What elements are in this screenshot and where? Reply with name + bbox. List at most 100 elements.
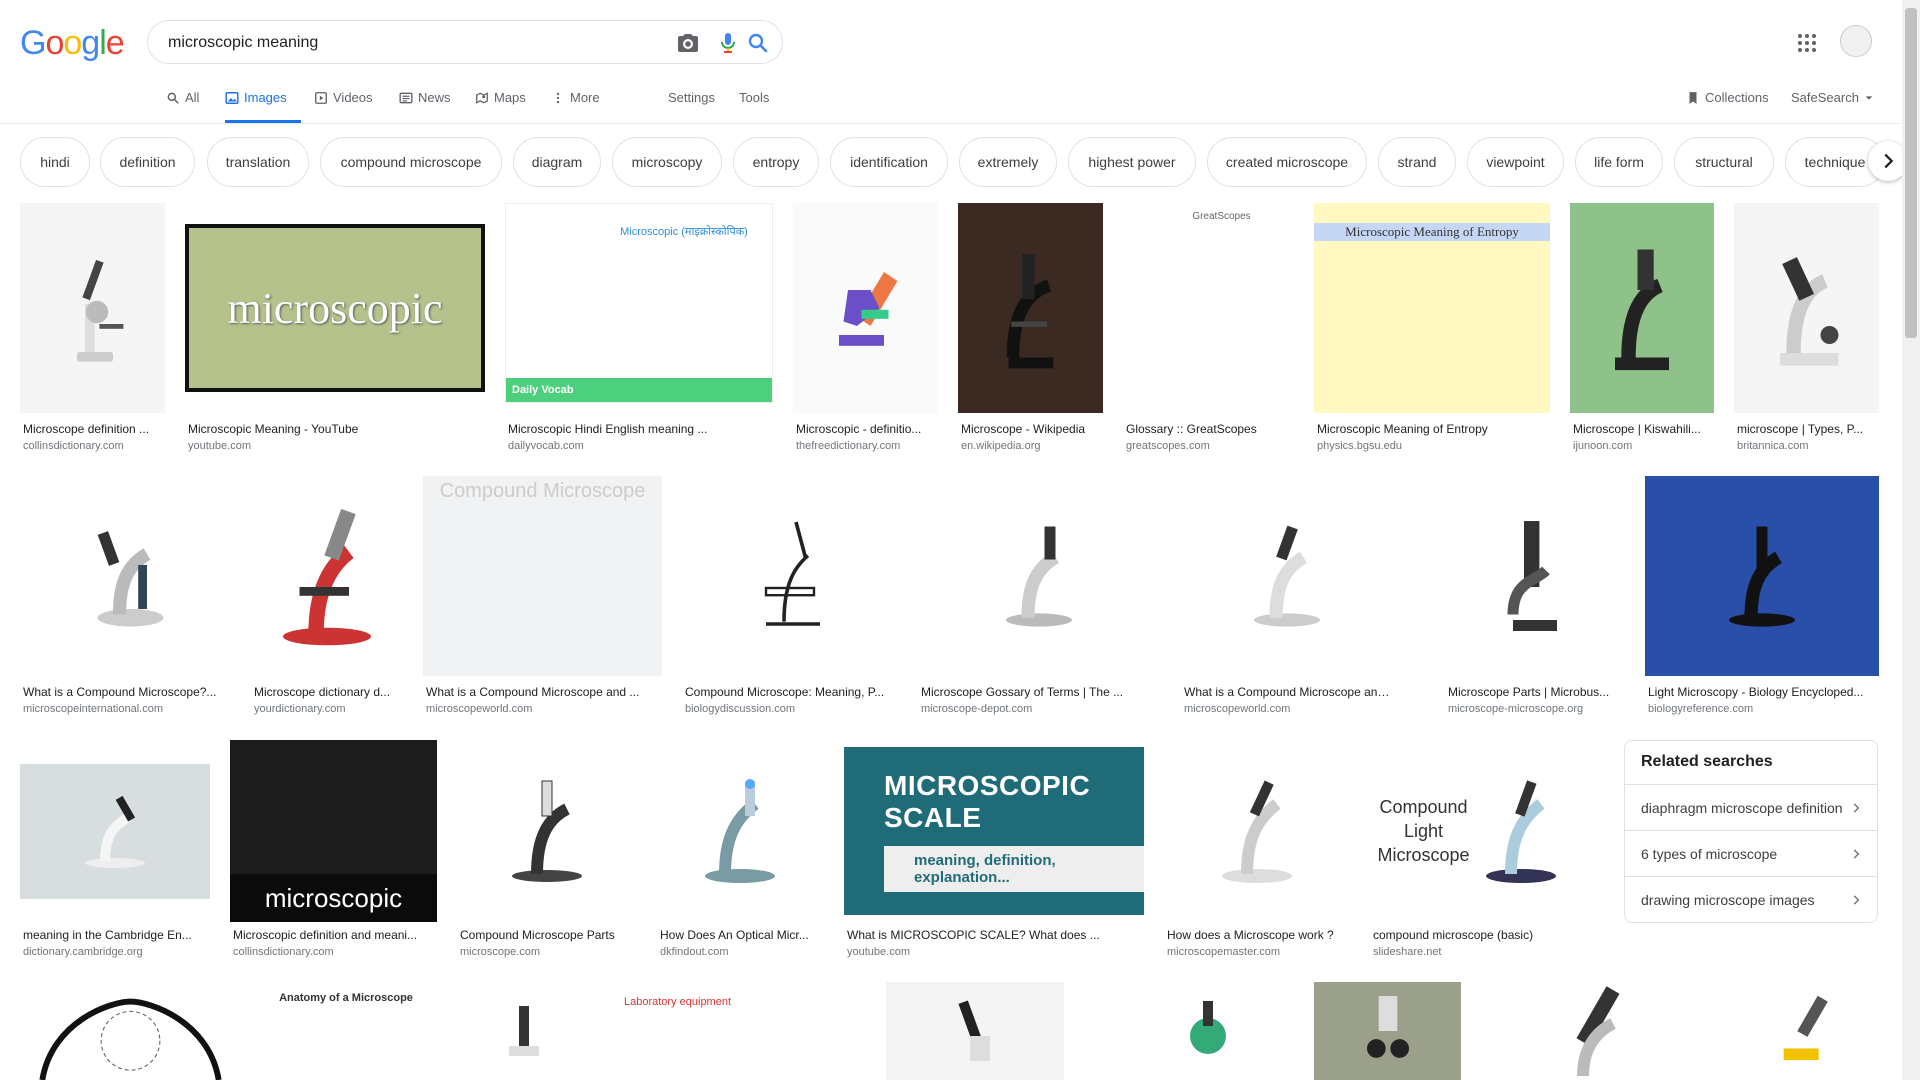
result-thumbnail[interactable]: microscopic [230, 740, 437, 922]
result-thumbnail[interactable] [20, 476, 230, 676]
apps-grid-icon[interactable] [1795, 31, 1819, 55]
result-thumbnail[interactable]: Compound Microscope [423, 476, 662, 676]
image-result[interactable] [886, 982, 1064, 1080]
tab-more[interactable]: More [551, 86, 600, 123]
settings-link[interactable]: Settings [668, 90, 715, 105]
image-result[interactable]: Anatomy of a Microscope [261, 982, 431, 1080]
image-result[interactable] [451, 982, 596, 1080]
chip[interactable]: diagram [513, 137, 601, 187]
microphone-icon[interactable] [716, 31, 740, 55]
search-icon[interactable] [746, 31, 770, 55]
image-result[interactable]: How does a Microscope work ? microscopem… [1164, 740, 1350, 980]
image-result[interactable]: Microscope definition ... collinsdiction… [20, 203, 165, 458]
result-thumbnail[interactable]: Microscopic Meaning of Entropy [1314, 203, 1550, 413]
result-thumbnail[interactable] [793, 203, 938, 413]
image-result[interactable]: Compound Light Microscope compound micro… [1370, 740, 1603, 980]
chip[interactable]: identification [830, 137, 948, 187]
result-thumbnail[interactable]: GreatScopes [1123, 203, 1260, 413]
image-result[interactable]: Compound Microscope Parts microscope.com [457, 740, 636, 980]
image-result[interactable]: MICROSCOPIC SCALE meaning, definition, e… [844, 740, 1144, 980]
image-result[interactable]: How Does An Optical Micr... dkfindout.co… [657, 740, 823, 980]
chip[interactable]: translation [207, 137, 309, 187]
chip[interactable]: extremely [959, 137, 1057, 187]
image-result[interactable]: Laboratory equipment [616, 982, 866, 1080]
result-thumbnail[interactable]: Laboratory equipment [616, 982, 866, 1080]
result-thumbnail[interactable]: Anatomy of a Microscope [261, 982, 431, 1080]
result-thumbnail[interactable] [1123, 982, 1293, 1080]
image-result[interactable]: Microscopic - definitio... thefreedictio… [793, 203, 938, 458]
result-thumbnail[interactable] [457, 740, 636, 922]
chip[interactable]: highest power [1068, 137, 1196, 187]
image-result[interactable]: What is a Compound Microscope and W... m… [1181, 476, 1393, 726]
result-thumbnail[interactable] [1445, 476, 1624, 676]
chip[interactable]: entropy [733, 137, 819, 187]
result-thumbnail[interactable] [1481, 982, 1714, 1080]
search-input[interactable] [166, 31, 630, 55]
safesearch-dropdown[interactable]: SafeSearch [1791, 86, 1874, 123]
result-thumbnail[interactable] [20, 982, 241, 1080]
image-result[interactable]: Microscope | Kiswahili... ijunoon.com [1570, 203, 1714, 458]
tab-maps[interactable]: Maps [475, 86, 526, 123]
tab-all[interactable]: All [166, 86, 199, 123]
image-result[interactable]: What is a Compound Microscope?... micros… [20, 476, 230, 726]
result-thumbnail[interactable] [20, 740, 210, 922]
chip[interactable]: definition [100, 137, 195, 187]
image-result[interactable]: Microscope Gossary of Terms | The ... mi… [918, 476, 1160, 726]
camera-icon[interactable] [676, 31, 700, 55]
image-result[interactable] [1123, 982, 1293, 1080]
result-thumbnail[interactable] [251, 476, 402, 676]
chip[interactable]: compound microscope [320, 137, 502, 187]
result-thumbnail[interactable] [1314, 982, 1461, 1080]
result-thumbnail[interactable] [1734, 982, 1879, 1080]
image-result[interactable]: microscopic Microscopic Meaning - YouTub… [185, 203, 485, 458]
chip[interactable]: microscopy [612, 137, 722, 187]
page-scrollbar[interactable] [1902, 0, 1920, 1080]
scrollbar-thumb[interactable] [1905, 8, 1917, 338]
related-search-item[interactable]: drawing microscope images [1625, 876, 1877, 922]
image-result[interactable]: microscope | Types, P... britannica.com [1734, 203, 1879, 458]
result-thumbnail[interactable] [657, 740, 823, 922]
tab-videos[interactable]: Videos [314, 86, 373, 123]
google-logo[interactable]: Google [20, 24, 125, 62]
image-result[interactable]: Microscope Parts | Microbus... microscop… [1445, 476, 1624, 726]
chip[interactable]: viewpoint [1467, 137, 1564, 187]
result-thumbnail[interactable] [1645, 476, 1879, 676]
result-thumbnail[interactable] [1734, 203, 1879, 413]
result-thumbnail[interactable] [886, 982, 1064, 1080]
result-thumbnail[interactable]: microscopic [185, 203, 485, 413]
image-result[interactable] [1734, 982, 1879, 1080]
result-thumbnail[interactable] [20, 203, 165, 413]
result-thumbnail[interactable]: Compound Light Microscope [1370, 740, 1603, 922]
chip[interactable]: created microscope [1207, 137, 1367, 187]
image-result[interactable]: Microscope dictionary d... yourdictionar… [251, 476, 402, 726]
related-search-item[interactable]: 6 types of microscope [1625, 830, 1877, 876]
tab-images[interactable]: Images [225, 86, 301, 123]
image-result[interactable]: Light Microscopy - Biology Encycloped...… [1645, 476, 1879, 726]
image-result[interactable]: Compound Microscope What is a Compound M… [423, 476, 662, 726]
image-result[interactable]: microscopic Microscopic definition and m… [230, 740, 437, 980]
chip[interactable]: structural [1674, 137, 1774, 187]
chip[interactable]: life form [1575, 137, 1663, 187]
image-result[interactable] [1481, 982, 1714, 1080]
result-thumbnail[interactable] [1570, 203, 1714, 413]
result-thumbnail[interactable] [1164, 740, 1350, 922]
result-thumbnail[interactable] [451, 982, 596, 1080]
image-result[interactable]: meaning in the Cambridge En... dictionar… [20, 740, 210, 980]
image-result[interactable]: Microscopic Meaning of Entropy Microscop… [1314, 203, 1550, 458]
collections-link[interactable]: Collections [1686, 86, 1769, 123]
tab-news[interactable]: News [399, 86, 451, 123]
avatar[interactable] [1840, 25, 1872, 57]
result-thumbnail[interactable]: Microscopic (माइक्रोस्कोपिक) Daily Vocab [505, 203, 773, 403]
tools-link[interactable]: Tools [739, 90, 769, 105]
result-thumbnail[interactable] [682, 476, 898, 676]
image-result[interactable]: Microscopic (माइक्रोस्कोपिक) Daily Vocab… [505, 203, 773, 458]
image-result[interactable]: Microscope - Wikipedia en.wikipedia.org [958, 203, 1103, 458]
result-thumbnail[interactable]: MICROSCOPIC SCALE meaning, definition, e… [844, 740, 1144, 922]
image-result[interactable]: Compound Microscope: Meaning, P... biolo… [682, 476, 898, 726]
result-thumbnail[interactable] [958, 203, 1103, 413]
chip[interactable]: hindi [20, 137, 90, 187]
image-result[interactable] [20, 982, 241, 1080]
result-thumbnail[interactable] [1181, 476, 1393, 676]
image-result[interactable]: GreatScopes Glossary :: GreatScopes grea… [1123, 203, 1260, 458]
related-search-item[interactable]: diaphragm microscope definition [1625, 784, 1877, 830]
